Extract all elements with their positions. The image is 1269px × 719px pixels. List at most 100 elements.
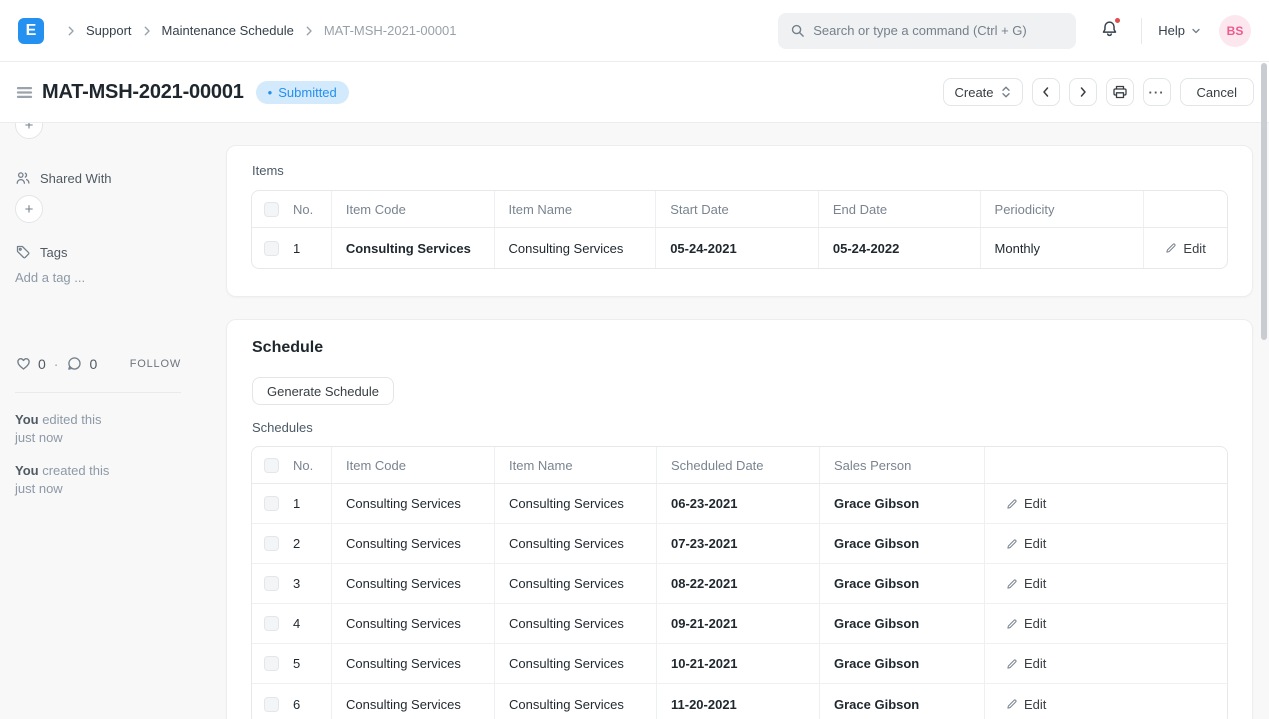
items-grid: No. Item Code Item Name Start Date End D… <box>251 190 1228 269</box>
items-row[interactable]: 1 Consulting Services Consulting Service… <box>252 228 1227 268</box>
row-edit-button[interactable]: Edit <box>1006 576 1046 591</box>
select-all-checkbox[interactable] <box>264 202 279 217</box>
chevron-down-icon <box>1191 26 1201 36</box>
edit-label: Edit <box>1024 656 1046 671</box>
comments-count: 0 <box>89 356 97 372</box>
create-label: Create <box>955 85 994 100</box>
row-no: 2 <box>293 536 300 551</box>
schedule-section-title: Schedule <box>252 339 323 357</box>
col-sales-person: Sales Person <box>820 447 985 483</box>
row-checkbox[interactable] <box>264 697 279 712</box>
shared-with-section[interactable]: Shared With <box>15 170 112 186</box>
scrollbar-thumb[interactable] <box>1261 63 1267 340</box>
sidebar-divider <box>15 392 181 393</box>
more-options-button[interactable]: ··· <box>1143 78 1171 106</box>
sales-person-cell: Grace Gibson <box>820 604 985 643</box>
add-tag-input[interactable]: Add a tag ... <box>15 270 85 285</box>
page-title: MAT-MSH-2021-00001 <box>42 81 244 104</box>
row-checkbox[interactable] <box>264 496 279 511</box>
status-label: Submitted <box>278 85 337 100</box>
scheduled-date-cell: 08-22-2021 <box>657 564 820 603</box>
row-checkbox[interactable] <box>264 616 279 631</box>
edit-label: Edit <box>1024 616 1046 631</box>
item-name-cell: Consulting Services <box>495 484 657 523</box>
create-button[interactable]: Create <box>943 78 1023 106</box>
global-search[interactable] <box>778 13 1076 49</box>
navbar: E Support Maintenance Schedule MAT-MSH-2… <box>0 0 1269 62</box>
content-area: + Shared With + Tags Add a <box>0 123 1269 719</box>
row-edit-button[interactable]: Edit <box>1006 536 1046 551</box>
schedule-row[interactable]: 5 Consulting Services Consulting Service… <box>252 644 1227 684</box>
schedule-row[interactable]: 3 Consulting Services Consulting Service… <box>252 564 1227 604</box>
sidebar-toggle-menu-icon[interactable] <box>15 83 34 102</box>
breadcrumb-maintenance-schedule[interactable]: Maintenance Schedule <box>162 23 294 38</box>
sales-person-cell: Grace Gibson <box>820 644 985 683</box>
schedules-grid: No. Item Code Item Name Scheduled Date S… <box>251 446 1228 719</box>
scheduled-date-cell: 07-23-2021 <box>657 524 820 563</box>
share-plus-button[interactable]: + <box>15 195 43 223</box>
schedule-row[interactable]: 6 Consulting Services Consulting Service… <box>252 684 1227 719</box>
cancel-button[interactable]: Cancel <box>1180 78 1254 106</box>
user-avatar[interactable]: BS <box>1219 15 1251 47</box>
breadcrumb-support[interactable]: Support <box>86 23 132 38</box>
row-edit-button[interactable]: Edit <box>1006 697 1046 712</box>
edit-label: Edit <box>1183 241 1205 256</box>
notification-dot <box>1114 17 1121 24</box>
tags-section: Tags <box>15 244 67 260</box>
item-name-cell: Consulting Services <box>495 604 657 643</box>
follow-button[interactable]: FOLLOW <box>130 358 181 370</box>
select-all-checkbox[interactable] <box>264 458 279 473</box>
notifications-button[interactable] <box>1100 19 1119 43</box>
printer-icon <box>1112 84 1128 100</box>
assign-plus-button[interactable]: + <box>15 123 43 139</box>
row-edit-button[interactable]: Edit <box>1006 496 1046 511</box>
chevron-left-icon <box>1039 85 1053 99</box>
next-document-button[interactable] <box>1069 78 1097 106</box>
scheduled-date-cell: 09-21-2021 <box>657 604 820 643</box>
item-code-cell: Consulting Services <box>332 684 495 719</box>
print-button[interactable] <box>1106 78 1134 106</box>
schedule-row[interactable]: 4 Consulting Services Consulting Service… <box>252 604 1227 644</box>
col-start-date: Start Date <box>656 191 819 227</box>
chevron-right-icon <box>303 25 315 37</box>
app-logo[interactable]: E <box>18 18 44 44</box>
row-checkbox[interactable] <box>264 656 279 671</box>
row-checkbox[interactable] <box>264 241 279 256</box>
schedule-row[interactable]: 2 Consulting Services Consulting Service… <box>252 524 1227 564</box>
pencil-icon <box>1006 578 1018 590</box>
row-no: 4 <box>293 616 300 631</box>
sales-person-cell: Grace Gibson <box>820 524 985 563</box>
item-name-cell: Consulting Services <box>495 564 657 603</box>
item-name-cell: Consulting Services <box>495 644 657 683</box>
row-checkbox[interactable] <box>264 576 279 591</box>
pencil-icon <box>1165 242 1177 254</box>
scheduled-date-cell: 11-20-2021 <box>657 684 820 719</box>
item-code-cell[interactable]: Consulting Services <box>332 228 495 268</box>
search-input[interactable] <box>813 23 1064 38</box>
item-name-cell: Consulting Services <box>495 684 657 719</box>
heart-icon[interactable] <box>15 355 32 372</box>
items-table-label: Items <box>252 163 284 178</box>
chevron-right-icon <box>1076 85 1090 99</box>
row-no: 6 <box>293 697 300 712</box>
item-code-cell: Consulting Services <box>332 524 495 563</box>
pencil-icon <box>1006 498 1018 510</box>
comment-icon[interactable] <box>66 355 83 372</box>
generate-schedule-button[interactable]: Generate Schedule <box>252 377 394 405</box>
help-menu[interactable]: Help <box>1158 23 1201 38</box>
dot-separator: · <box>54 356 59 372</box>
items-card: Items No. Item Code Item Name Start Date… <box>226 145 1253 297</box>
sales-person-cell: Grace Gibson <box>820 484 985 523</box>
row-edit-button[interactable]: Edit <box>1165 241 1205 256</box>
pencil-icon <box>1006 538 1018 550</box>
row-checkbox[interactable] <box>264 536 279 551</box>
row-edit-button[interactable]: Edit <box>1006 656 1046 671</box>
schedule-row[interactable]: 1 Consulting Services Consulting Service… <box>252 484 1227 524</box>
shared-with-label: Shared With <box>40 171 112 186</box>
sales-person-cell: Grace Gibson <box>820 684 985 719</box>
items-grid-header: No. Item Code Item Name Start Date End D… <box>252 191 1227 228</box>
breadcrumb-current-doc: MAT-MSH-2021-00001 <box>324 23 457 38</box>
row-edit-button[interactable]: Edit <box>1006 616 1046 631</box>
document-sidebar: + Shared With + Tags Add a <box>0 123 226 719</box>
previous-document-button[interactable] <box>1032 78 1060 106</box>
